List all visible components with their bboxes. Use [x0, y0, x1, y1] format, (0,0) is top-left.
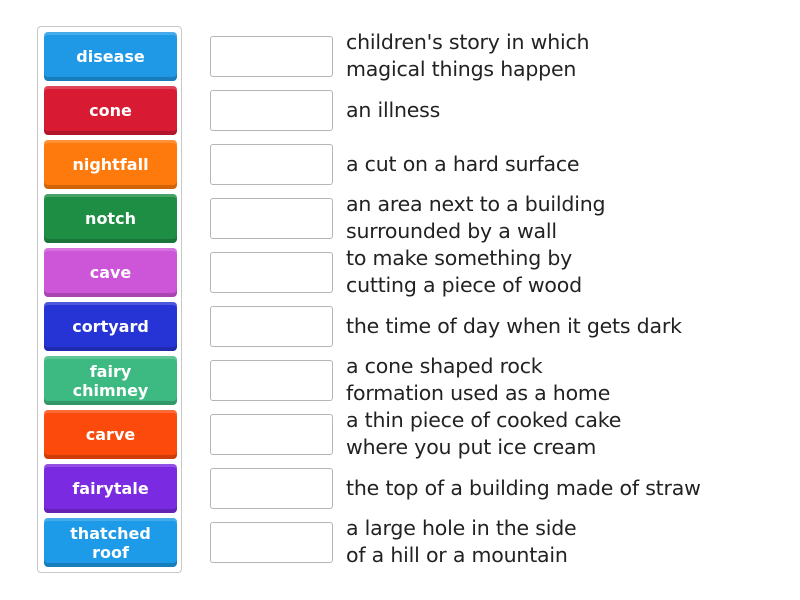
answer-drop-box[interactable]	[210, 522, 333, 563]
answer-drop-box[interactable]	[210, 468, 333, 509]
word-tile[interactable]: cone	[44, 86, 177, 135]
word-tile[interactable]: nightfall	[44, 140, 177, 189]
word-tile[interactable]: notch	[44, 194, 177, 243]
word-tile[interactable]: fairytale	[44, 464, 177, 513]
word-tile-label: cortyard	[72, 317, 149, 336]
definition-text: the time of day when it gets dark	[346, 299, 786, 353]
word-tile-label: nightfall	[72, 155, 149, 174]
definition-label: a large hole in the side of a hill or a …	[346, 516, 577, 567]
word-tile[interactable]: cave	[44, 248, 177, 297]
word-tile-label: thatched roof	[70, 523, 151, 562]
definition-text: to make something by cutting a piece of …	[346, 245, 786, 299]
answer-drop-box[interactable]	[210, 144, 333, 185]
definition-text: the top of a building made of straw	[346, 461, 786, 515]
definition-text: children's story in which magical things…	[346, 29, 786, 83]
word-tile-label: carve	[85, 425, 136, 444]
word-tile-label: cone	[89, 101, 132, 120]
word-tile-label: fairy chimney	[72, 361, 149, 400]
answer-drop-box[interactable]	[210, 306, 333, 347]
word-tile[interactable]: fairy chimney	[44, 356, 177, 405]
definition-text: an illness	[346, 83, 786, 137]
word-tile-label: notch	[85, 209, 136, 228]
definition-label: an area next to a building surrounded by…	[346, 192, 606, 243]
definition-label: a cut on a hard surface	[346, 151, 580, 176]
word-tile-label: cave	[89, 263, 132, 282]
answer-drop-box[interactable]	[210, 198, 333, 239]
word-tile-label: fairytale	[72, 479, 149, 498]
definition-text: a large hole in the side of a hill or a …	[346, 515, 786, 569]
definition-label: a thin piece of cooked cake where you pu…	[346, 408, 622, 459]
word-tile-tray: disease cone nightfall notch cave cortyard fai…	[37, 26, 182, 573]
definition-label: the top of a building made of straw	[346, 475, 701, 500]
definition-label: to make something by cutting a piece of …	[346, 246, 582, 297]
answer-drop-box[interactable]	[210, 414, 333, 455]
definition-label: the time of day when it gets dark	[346, 313, 682, 338]
answer-drop-box[interactable]	[210, 36, 333, 77]
word-tile[interactable]: cortyard	[44, 302, 177, 351]
definition-text: a cone shaped rock formation used as a h…	[346, 353, 786, 407]
definition-label: an illness	[346, 97, 441, 122]
definition-text: an area next to a building surrounded by…	[346, 191, 786, 245]
answer-drop-box[interactable]	[210, 252, 333, 293]
definition-text: a thin piece of cooked cake where you pu…	[346, 407, 786, 461]
word-tile-label: disease	[76, 47, 145, 66]
answer-drop-box[interactable]	[210, 360, 333, 401]
definition-text: a cut on a hard surface	[346, 137, 786, 191]
word-tile[interactable]: thatched roof	[44, 518, 177, 567]
word-tile[interactable]: carve	[44, 410, 177, 459]
definition-label: a cone shaped rock formation used as a h…	[346, 354, 611, 405]
definition-label: children's story in which magical things…	[346, 30, 590, 81]
word-tile[interactable]: disease	[44, 32, 177, 81]
answer-drop-box[interactable]	[210, 90, 333, 131]
